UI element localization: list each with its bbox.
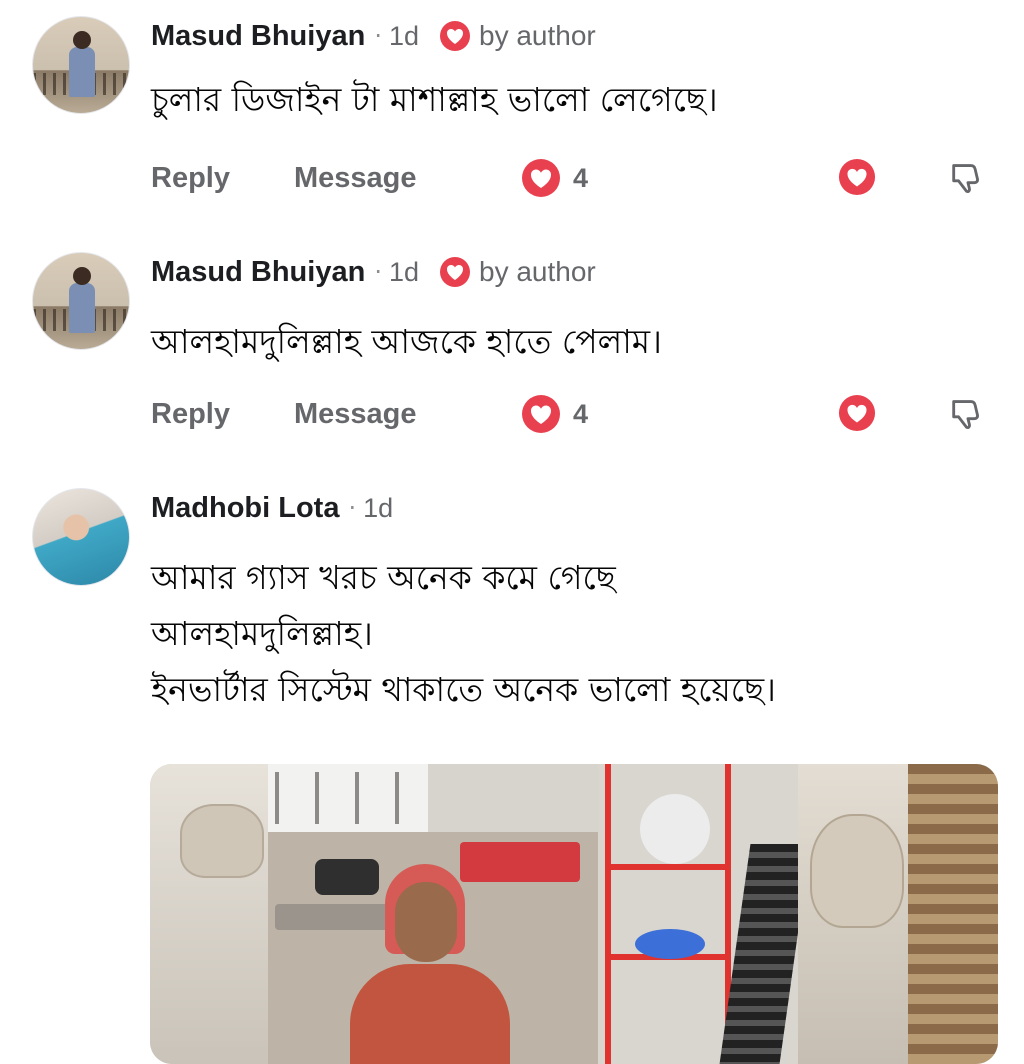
comment-line: ইনভার্টার সিস্টেম থাকাতে অনেক ভালো হয়েছ…	[151, 670, 776, 709]
author-name[interactable]: Madhobi Lota	[151, 492, 339, 525]
author-heart-badge-icon	[440, 257, 470, 287]
author-name[interactable]: Masud Bhuiyan	[151, 20, 365, 53]
author-badge: by author	[439, 20, 596, 52]
love-react-button-icon[interactable]	[838, 394, 876, 432]
separator-dot: ·	[374, 258, 382, 286]
avatar[interactable]	[32, 252, 130, 350]
comment-line: আমার গ্যাস খরচ অনেক কমে গেছে	[151, 558, 616, 597]
comment-actions: Reply Message 4	[0, 392, 1024, 436]
love-reaction-icon	[522, 159, 560, 197]
comment-text: আমার গ্যাস খরচ অনেক কমে গেছে আলহামদুলিল্…	[151, 550, 776, 718]
reply-button[interactable]: Reply	[151, 392, 230, 436]
message-button[interactable]: Message	[294, 392, 417, 436]
comment-header: Madhobi Lota · 1d	[151, 488, 393, 528]
comment-line: চুলার ডিজাইন টা মাশাল্লাহ ভালো লেগেছে।	[151, 80, 718, 119]
comment-text: আলহামদুলিল্লাহ আজকে হাতে পেলাম।	[151, 314, 662, 370]
comment-text: চুলার ডিজাইন টা মাশাল্লাহ ভালো লেগেছে।	[151, 72, 718, 128]
love-reaction-icon	[522, 395, 560, 433]
reaction-summary[interactable]: 4	[521, 394, 588, 434]
comment-actions: Reply Message 4	[0, 156, 1024, 200]
reaction-count: 4	[573, 162, 589, 193]
author-badge-label: by author	[479, 20, 596, 51]
avatar[interactable]	[32, 488, 130, 586]
comment-header: Masud Bhuiyan · 1d by author	[151, 16, 596, 56]
author-heart-badge-icon	[440, 21, 470, 51]
comment-photo-attachment[interactable]	[150, 764, 998, 1064]
timestamp[interactable]: 1d	[389, 257, 419, 288]
author-name[interactable]: Masud Bhuiyan	[151, 256, 365, 289]
message-button[interactable]: Message	[294, 156, 417, 200]
reaction-count: 4	[573, 398, 589, 429]
timestamp[interactable]: 1d	[363, 493, 393, 524]
thumbs-down-icon[interactable]	[948, 158, 986, 196]
separator-dot: ·	[374, 22, 382, 50]
reply-button[interactable]: Reply	[151, 156, 230, 200]
love-react-button-icon[interactable]	[838, 158, 876, 196]
author-badge: by author	[439, 256, 596, 288]
author-badge-label: by author	[479, 256, 596, 287]
comment-line: আলহামদুলিল্লাহ আজকে হাতে পেলাম।	[151, 322, 662, 361]
comment-line: আলহামদুলিল্লাহ।	[151, 614, 373, 653]
comment-header: Masud Bhuiyan · 1d by author	[151, 252, 596, 292]
timestamp[interactable]: 1d	[389, 21, 419, 52]
thumbs-down-icon[interactable]	[948, 394, 986, 432]
avatar[interactable]	[32, 16, 130, 114]
separator-dot: ·	[348, 494, 357, 522]
reaction-summary[interactable]: 4	[521, 158, 588, 198]
